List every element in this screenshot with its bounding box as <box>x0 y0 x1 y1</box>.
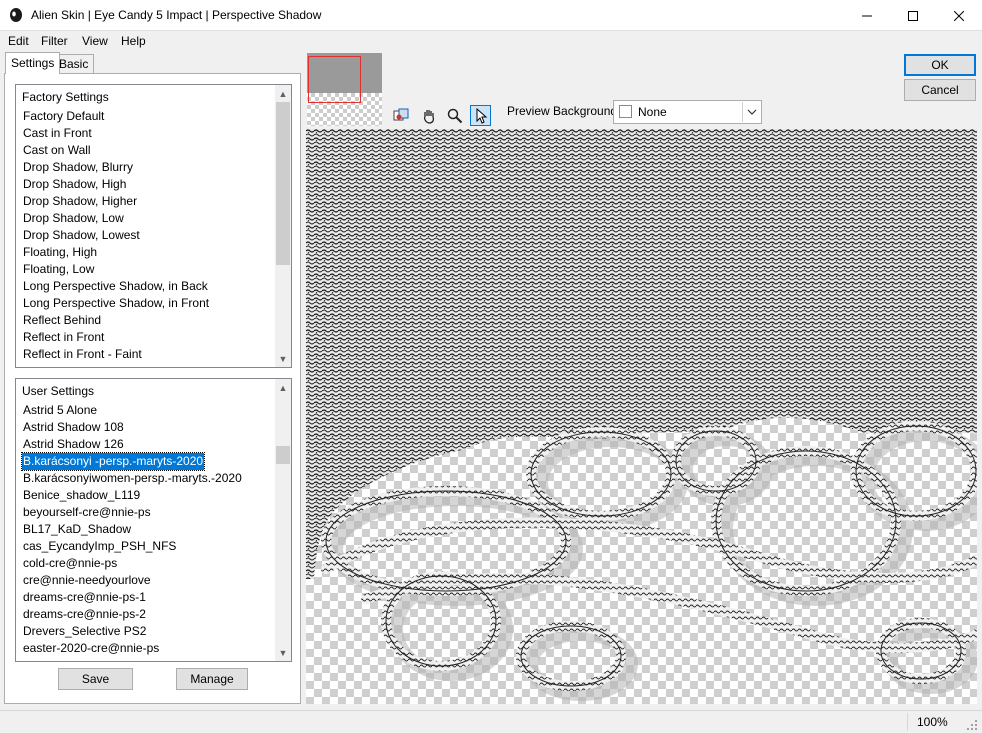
scroll-thumb[interactable] <box>276 102 290 265</box>
minimize-icon <box>862 15 872 16</box>
factory-settings-header: Factory Settings <box>22 90 109 104</box>
zoom-level: 100% <box>917 715 948 729</box>
hand-icon <box>423 109 434 124</box>
scroll-up-icon[interactable]: ▲ <box>275 379 291 396</box>
scroll-down-icon[interactable]: ▼ <box>275 644 291 661</box>
maximize-button[interactable] <box>890 0 936 31</box>
alien-skin-app-icon <box>10 8 22 22</box>
cancel-button[interactable]: Cancel <box>904 79 976 101</box>
zoom-tool-button[interactable] <box>444 105 465 126</box>
thumbnail-viewport-marker[interactable] <box>308 56 361 103</box>
list-item[interactable]: Drop Shadow, Higher <box>22 193 138 210</box>
toggle-preview-button[interactable] <box>390 105 411 126</box>
list-item[interactable]: BL17_KaD_Shadow <box>22 521 132 538</box>
list-item[interactable]: Astrid 5 Alone <box>22 402 98 419</box>
list-item[interactable]: cold-cre@nnie-ps <box>22 555 118 572</box>
list-item[interactable]: B.karácsonyiwomen-persp.-maryts.-2020 <box>22 470 243 487</box>
menu-help[interactable]: Help <box>121 34 146 48</box>
title-bar: Alien Skin | Eye Candy 5 Impact | Perspe… <box>0 0 982 31</box>
user-scrollbar[interactable]: ▲ ▼ <box>275 379 291 661</box>
factory-settings-list[interactable]: Factory Settings Factory Default Cast in … <box>15 84 292 368</box>
list-item[interactable]: Reflect Behind <box>22 312 102 329</box>
list-item[interactable]: beyourself-cre@nnie-ps <box>22 504 152 521</box>
list-item[interactable]: Drevers_Selective PS2 <box>22 623 147 640</box>
menu-view[interactable]: View <box>82 34 108 48</box>
list-item[interactable]: easter-2020-cre@nnie-ps <box>22 640 160 657</box>
settings-panel: Factory Settings Factory Default Cast in … <box>4 73 301 704</box>
user-settings-header: User Settings <box>22 384 95 398</box>
chevron-down-icon <box>747 109 757 115</box>
arrow-tool-button[interactable] <box>470 105 491 126</box>
list-item[interactable]: Long Perspective Shadow, in Front <box>22 295 210 312</box>
close-button[interactable] <box>936 0 982 31</box>
preview-background-value: None <box>638 105 667 119</box>
list-item[interactable]: Reflect in Front <box>22 329 105 346</box>
toggle-preview-icon <box>393 108 408 120</box>
hand-tool-button[interactable] <box>418 105 439 126</box>
arrow-cursor-icon <box>476 107 487 124</box>
resize-grip-icon[interactable] <box>966 719 978 731</box>
zoom-icon <box>447 108 462 123</box>
menu-filter[interactable]: Filter <box>41 34 68 48</box>
list-item[interactable]: Drop Shadow, Blurry <box>22 159 134 176</box>
status-bar: 100% <box>0 710 982 733</box>
list-item[interactable]: B.karácsonyi -persp.-maryts-2020 <box>20 452 206 471</box>
list-item[interactable]: Long Perspective Shadow, in Back <box>22 278 209 295</box>
close-icon <box>954 10 964 21</box>
list-item[interactable]: Astrid Shadow 108 <box>22 419 125 436</box>
save-button[interactable]: Save <box>58 668 133 690</box>
list-item[interactable]: Drop Shadow, Low <box>22 210 125 227</box>
list-item[interactable]: Floating, High <box>22 244 98 261</box>
list-item[interactable]: Factory Default <box>22 108 105 125</box>
list-item[interactable]: Astrid Shadow 126 <box>22 436 125 453</box>
list-item[interactable]: Cast in Front <box>22 125 93 142</box>
scroll-thumb[interactable] <box>276 446 290 464</box>
preview-background-select[interactable]: None <box>613 100 762 124</box>
menu-bar: Edit Filter View Help <box>0 31 982 51</box>
list-item[interactable]: dreams-cre@nnie-ps-1 <box>22 589 147 606</box>
factory-scrollbar[interactable]: ▲ ▼ <box>275 85 291 367</box>
preview-thumbnail[interactable] <box>307 53 382 126</box>
list-item[interactable]: cas_EycandyImp_PSH_NFS <box>22 538 177 555</box>
user-settings-list[interactable]: User Settings Astrid 5 Alone Astrid Shado… <box>15 378 292 662</box>
window-title: Alien Skin | Eye Candy 5 Impact | Perspe… <box>31 8 322 22</box>
preview-canvas[interactable] <box>306 129 977 704</box>
minimize-button[interactable] <box>844 0 890 31</box>
menu-edit[interactable]: Edit <box>8 34 29 48</box>
list-item[interactable]: dreams-cre@nnie-ps-2 <box>22 606 147 623</box>
list-item[interactable]: Floating, Low <box>22 261 95 278</box>
list-item[interactable]: Reflect in Front - Faint <box>22 346 143 363</box>
list-item[interactable]: Drop Shadow, High <box>22 176 127 193</box>
tab-settings[interactable]: Settings <box>5 52 61 74</box>
scroll-down-icon[interactable]: ▼ <box>275 350 291 367</box>
manage-button[interactable]: Manage <box>176 668 248 690</box>
scroll-up-icon[interactable]: ▲ <box>275 85 291 102</box>
list-item[interactable]: Drop Shadow, Lowest <box>22 227 141 244</box>
maximize-icon <box>908 10 918 21</box>
ok-button[interactable]: OK <box>904 54 976 76</box>
list-item[interactable]: Benice_shadow_L119 <box>22 487 141 504</box>
preview-background-label: Preview Background: <box>507 104 621 118</box>
list-item[interactable]: Cast on Wall <box>22 142 92 159</box>
preview-image <box>306 129 977 701</box>
list-item[interactable]: cre@nnie-needyourlove <box>22 572 152 589</box>
color-swatch-icon <box>619 105 632 118</box>
